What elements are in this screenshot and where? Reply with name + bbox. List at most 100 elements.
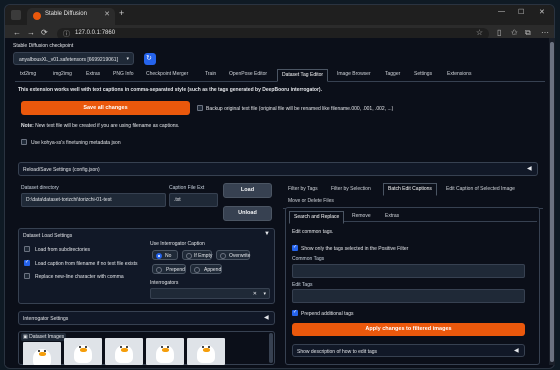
bookmark-star-icon[interactable]: ☆	[476, 28, 483, 37]
tab-settings[interactable]: Settings	[414, 71, 432, 77]
tab-search-replace[interactable]: Search and Replace	[289, 211, 345, 224]
radio-overwrite	[220, 253, 226, 259]
note-line: Note: New text file will be created if y…	[21, 123, 179, 129]
unload-button[interactable]: Unload	[223, 206, 272, 221]
tab-extras-sub[interactable]: Extras	[385, 213, 399, 219]
expand-triangle-icon[interactable]: ▼	[264, 231, 270, 237]
refresh-icon: ↻	[146, 55, 152, 62]
reload-icon[interactable]: ⟳	[41, 28, 48, 37]
page-scrollbar[interactable]	[549, 38, 555, 365]
interrogators-select[interactable]: ✕ ▾	[150, 288, 270, 299]
close-window-icon[interactable]: ✕	[539, 8, 545, 16]
load-button[interactable]: Load	[223, 183, 272, 198]
duck-eye	[126, 346, 128, 348]
interrogator-settings-accordion[interactable]: Interrogator Settings ◀	[18, 311, 275, 325]
interrogator-option-no[interactable]: No	[152, 250, 178, 260]
edit-tags-input[interactable]	[292, 289, 525, 303]
dataset-dir-input[interactable]: D:\data\dataset-torizchi\torizchi-01-tes…	[21, 193, 166, 207]
tab-batch-edit-captions[interactable]: Batch Edit Captions	[383, 183, 437, 196]
gallery-thumbnail[interactable]	[146, 338, 184, 365]
webui-page: Stable Diffusion checkpoint anyalbousXL_…	[5, 38, 550, 365]
tab-train[interactable]: Train	[205, 71, 216, 77]
dataset-dir-label: Dataset directory	[21, 185, 59, 191]
tab-img2img[interactable]: img2img	[53, 71, 72, 77]
tab-dataset-tag-editor[interactable]: Dataset Tag Editor	[277, 69, 329, 82]
close-tab-icon[interactable]: ✕	[104, 10, 110, 18]
clear-icon[interactable]: ✕	[253, 291, 257, 297]
back-icon[interactable]: ←	[13, 28, 21, 37]
duck-eye	[202, 346, 204, 348]
tab-filter-by-selection[interactable]: Filter by Selection	[331, 186, 371, 192]
checkpoint-value: anyalbousXL_v01.safetensors [6699219061]	[19, 57, 118, 63]
forward-icon[interactable]: →	[27, 28, 35, 37]
interrogator-option-if-empty[interactable]: If Empty	[182, 250, 212, 260]
scrollbar-thumb[interactable]	[550, 42, 554, 362]
refresh-checkpoint-button[interactable]: ↻	[144, 53, 156, 65]
kohya-checkbox[interactable]	[21, 139, 27, 145]
tab-png-info[interactable]: PNG Info	[113, 71, 134, 77]
reload-settings-accordion[interactable]: Reload/Save Settings (config.json) ◀	[18, 162, 538, 176]
show-description-accordion[interactable]: Show description of how to edit tags ◀	[292, 344, 525, 357]
tab-txt2img[interactable]: txt2img	[20, 71, 36, 77]
tab-move-delete-files[interactable]: Move or Delete Files	[288, 198, 334, 204]
duck-beak	[162, 348, 169, 352]
interrogator-option-prepend[interactable]: Prepend	[152, 264, 186, 274]
interrogator-option-overwrite[interactable]: Overwrite	[216, 250, 250, 260]
collapse-triangle-icon: ◀	[514, 348, 519, 354]
chevron-down-icon[interactable]: ▾	[263, 291, 266, 297]
batch-edit-panel: Search and Replace Remove Extras Edit co…	[285, 207, 540, 365]
radio-if-empty	[186, 253, 192, 259]
gallery-thumbnail[interactable]	[187, 338, 225, 365]
tab-filter-by-tags[interactable]: Filter by Tags	[288, 186, 318, 192]
duck-eye	[120, 346, 122, 348]
caption-ext-value: .txt	[174, 197, 181, 203]
radio-no	[156, 253, 162, 259]
tab-checkpoint-merger[interactable]: Checkpoint Merger	[146, 71, 188, 77]
prepend-checkbox[interactable]	[292, 309, 298, 316]
checkpoint-select[interactable]: anyalbousXL_v01.safetensors [6699219061]…	[13, 52, 134, 65]
interrogators-label: Interrogators	[150, 280, 179, 286]
caption-ext-input[interactable]: .txt	[169, 193, 218, 207]
prepend-label: Prepend additional tags	[301, 311, 354, 317]
replace-newline-checkbox[interactable]	[24, 273, 30, 279]
tab-title: Stable Diffusion	[45, 11, 87, 17]
dataset-images-text: Dataset Images	[29, 334, 65, 340]
gallery-thumbnail[interactable]	[23, 342, 61, 365]
tab-extensions[interactable]: Extensions	[447, 71, 471, 77]
gallery-thumbnail[interactable]	[64, 338, 102, 365]
checkpoint-label: Stable Diffusion checkpoint	[13, 43, 74, 49]
common-tags-input[interactable]	[292, 264, 525, 278]
backup-checkbox[interactable]	[197, 105, 203, 111]
tab-tagger[interactable]: Tagger	[385, 71, 400, 77]
duck-beak	[39, 352, 46, 356]
tab-openpose-editor[interactable]: OpenPose Editor	[229, 71, 267, 77]
duck-eye	[167, 346, 169, 348]
apply-changes-button[interactable]: Apply changes to filtered images	[292, 323, 525, 336]
maximize-icon[interactable]: ☐	[518, 8, 524, 16]
favorites-icon[interactable]: ✩	[511, 28, 518, 37]
tab-extras[interactable]: Extras	[86, 71, 100, 77]
dataset-dir-value: D:\data\dataset-torizchi\torizchi-01-tes…	[26, 197, 112, 203]
tab-edit-caption-selected[interactable]: Edit Caption of Selected Image	[446, 186, 515, 192]
collections-icon[interactable]: ⧉	[525, 28, 531, 38]
option-overwrite-label: Overwrite	[229, 253, 251, 259]
edit-common-tags-label: Edit common tags.	[292, 229, 334, 235]
minimize-icon[interactable]: —	[498, 8, 505, 15]
new-tab-icon[interactable]: +	[119, 8, 124, 18]
backup-label: Backup original text file (original file…	[206, 106, 394, 112]
load-subdirs-checkbox[interactable]	[24, 246, 30, 252]
tab-image-browser[interactable]: Image Browser	[337, 71, 371, 77]
more-menu-icon[interactable]: ⋯	[541, 28, 549, 37]
tab-remove[interactable]: Remove	[352, 213, 371, 219]
save-all-button[interactable]: Save all changes	[21, 101, 190, 115]
gallery-scrollbar[interactable]	[269, 333, 273, 363]
browser-tab[interactable]: Stable Diffusion ✕	[27, 8, 115, 25]
gallery-thumbnail[interactable]	[105, 338, 143, 365]
split-screen-icon[interactable]: ▯	[497, 28, 501, 37]
note-text: New text file will be created if you are…	[33, 123, 180, 129]
note-prefix: Note:	[21, 123, 34, 129]
show-only-selected-checkbox[interactable]	[292, 244, 298, 251]
tab-actions-icon[interactable]	[11, 10, 21, 20]
interrogator-option-append[interactable]: Append	[190, 264, 222, 274]
load-caption-checkbox[interactable]	[24, 259, 30, 266]
